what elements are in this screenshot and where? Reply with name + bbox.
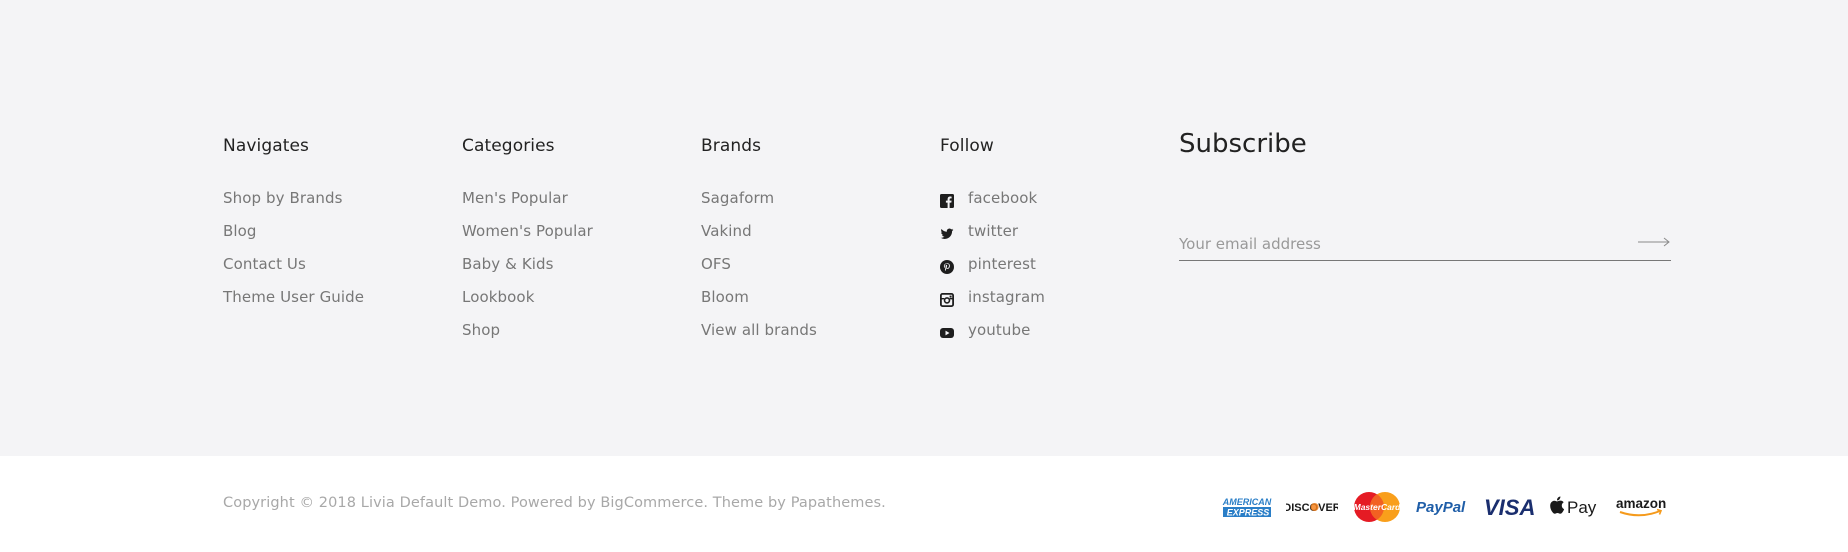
paypal-icon: PayPal: [1416, 497, 1470, 517]
svg-text:amazon: amazon: [1616, 496, 1666, 511]
social-link-twitter[interactable]: twitter: [940, 219, 1045, 252]
svg-text:AMERICAN: AMERICAN: [1222, 497, 1272, 507]
pinterest-icon: [940, 257, 954, 274]
twitter-icon: [940, 224, 954, 239]
footer-link-ofs[interactable]: OFS: [701, 252, 817, 285]
footer-col-navigates: Navigates Shop by Brands Blog Contact Us…: [223, 134, 364, 318]
navigates-heading: Navigates: [223, 136, 310, 156]
footer-link-mens-popular[interactable]: Men's Popular: [462, 186, 593, 219]
follow-heading: Follow: [940, 136, 994, 156]
footer-link-view-all-brands[interactable]: View all brands: [701, 318, 817, 351]
categories-heading: Categories: [462, 136, 555, 156]
follow-list: facebook twitter pinterest instagram you…: [939, 186, 1045, 351]
social-link-youtube[interactable]: youtube: [940, 318, 1045, 351]
svg-text:MasterCard: MasterCard: [1354, 502, 1402, 512]
apple-pay-icon: Pay: [1550, 494, 1602, 520]
payment-icons: AMERICAN EXPRESS DISCOVER MasterCard Pay…: [1222, 490, 1684, 524]
footer-link-bloom[interactable]: Bloom: [701, 285, 817, 318]
footer-link-baby-kids[interactable]: Baby & Kids: [462, 252, 593, 285]
footer-link-womens-popular[interactable]: Women's Popular: [462, 219, 593, 252]
mastercard-icon: MasterCard: [1352, 491, 1402, 523]
footer-link-theme-user-guide[interactable]: Theme User Guide: [223, 285, 364, 318]
social-link-instagram[interactable]: instagram: [939, 285, 1045, 318]
footer-link-vakind[interactable]: Vakind: [701, 219, 817, 252]
visa-icon: VISA: [1484, 495, 1536, 519]
brands-heading: Brands: [701, 136, 762, 156]
footer-link-shop-by-brands[interactable]: Shop by Brands: [223, 186, 364, 219]
subscribe-form: [1179, 230, 1671, 261]
amazon-icon: amazon: [1616, 495, 1670, 519]
footer-link-blog[interactable]: Blog: [223, 219, 364, 252]
categories-list: Men's Popular Women's Popular Baby & Kid…: [462, 186, 593, 351]
footer-link-sagaform[interactable]: Sagaform: [701, 186, 817, 219]
footer-link-shop[interactable]: Shop: [462, 318, 593, 351]
email-input[interactable]: [1179, 230, 1619, 258]
svg-text:VISA: VISA: [1484, 495, 1535, 519]
subscribe-heading: Subscribe: [1179, 129, 1307, 159]
svg-text:PayPal: PayPal: [1416, 499, 1466, 516]
footer-col-categories: Categories Men's Popular Women's Popular…: [462, 134, 593, 351]
instagram-icon: [939, 290, 954, 307]
brands-list: Sagaform Vakind OFS Bloom View all brand…: [701, 186, 817, 351]
subscribe-section: Subscribe: [1179, 126, 1671, 261]
american-express-icon: AMERICAN EXPRESS: [1222, 495, 1272, 519]
footer-col-follow: Follow facebook twitter pinterest instag…: [939, 134, 1045, 351]
footer-top: Navigates Shop by Brands Blog Contact Us…: [0, 0, 1848, 456]
discover-icon: DISCOVER: [1286, 499, 1338, 515]
arrow-right-icon[interactable]: [1637, 234, 1671, 250]
footer-col-brands: Brands Sagaform Vakind OFS Bloom View al…: [701, 134, 817, 351]
svg-text:EXPRESS: EXPRESS: [1227, 508, 1270, 518]
footer-link-lookbook[interactable]: Lookbook: [462, 285, 593, 318]
copyright-text: Copyright © 2018 Livia Default Demo. Pow…: [223, 495, 886, 511]
footer-link-contact-us[interactable]: Contact Us: [223, 252, 364, 285]
svg-text:Pay: Pay: [1567, 498, 1597, 517]
facebook-icon: [940, 191, 954, 208]
youtube-icon: [940, 323, 954, 338]
navigates-list: Shop by Brands Blog Contact Us Theme Use…: [223, 186, 364, 318]
social-link-pinterest[interactable]: pinterest: [940, 252, 1045, 285]
social-link-facebook[interactable]: facebook: [940, 186, 1045, 219]
